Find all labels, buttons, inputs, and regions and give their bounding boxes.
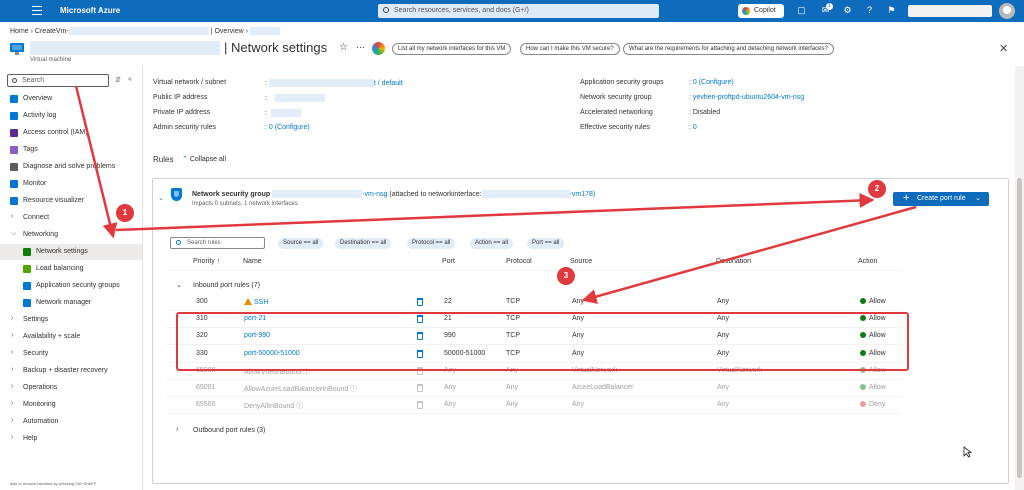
arrow-to-networking [74,85,118,239]
mouse-cursor-icon [963,446,972,458]
annotation-badge-1: 1 [116,204,134,222]
annotation-badge-2: 2 [868,180,886,198]
annotation-badge-3: 3 [557,267,575,285]
arrow-to-rules [581,205,917,304]
annotation-arrows [74,85,917,304]
arrow-to-create-button [115,193,875,232]
